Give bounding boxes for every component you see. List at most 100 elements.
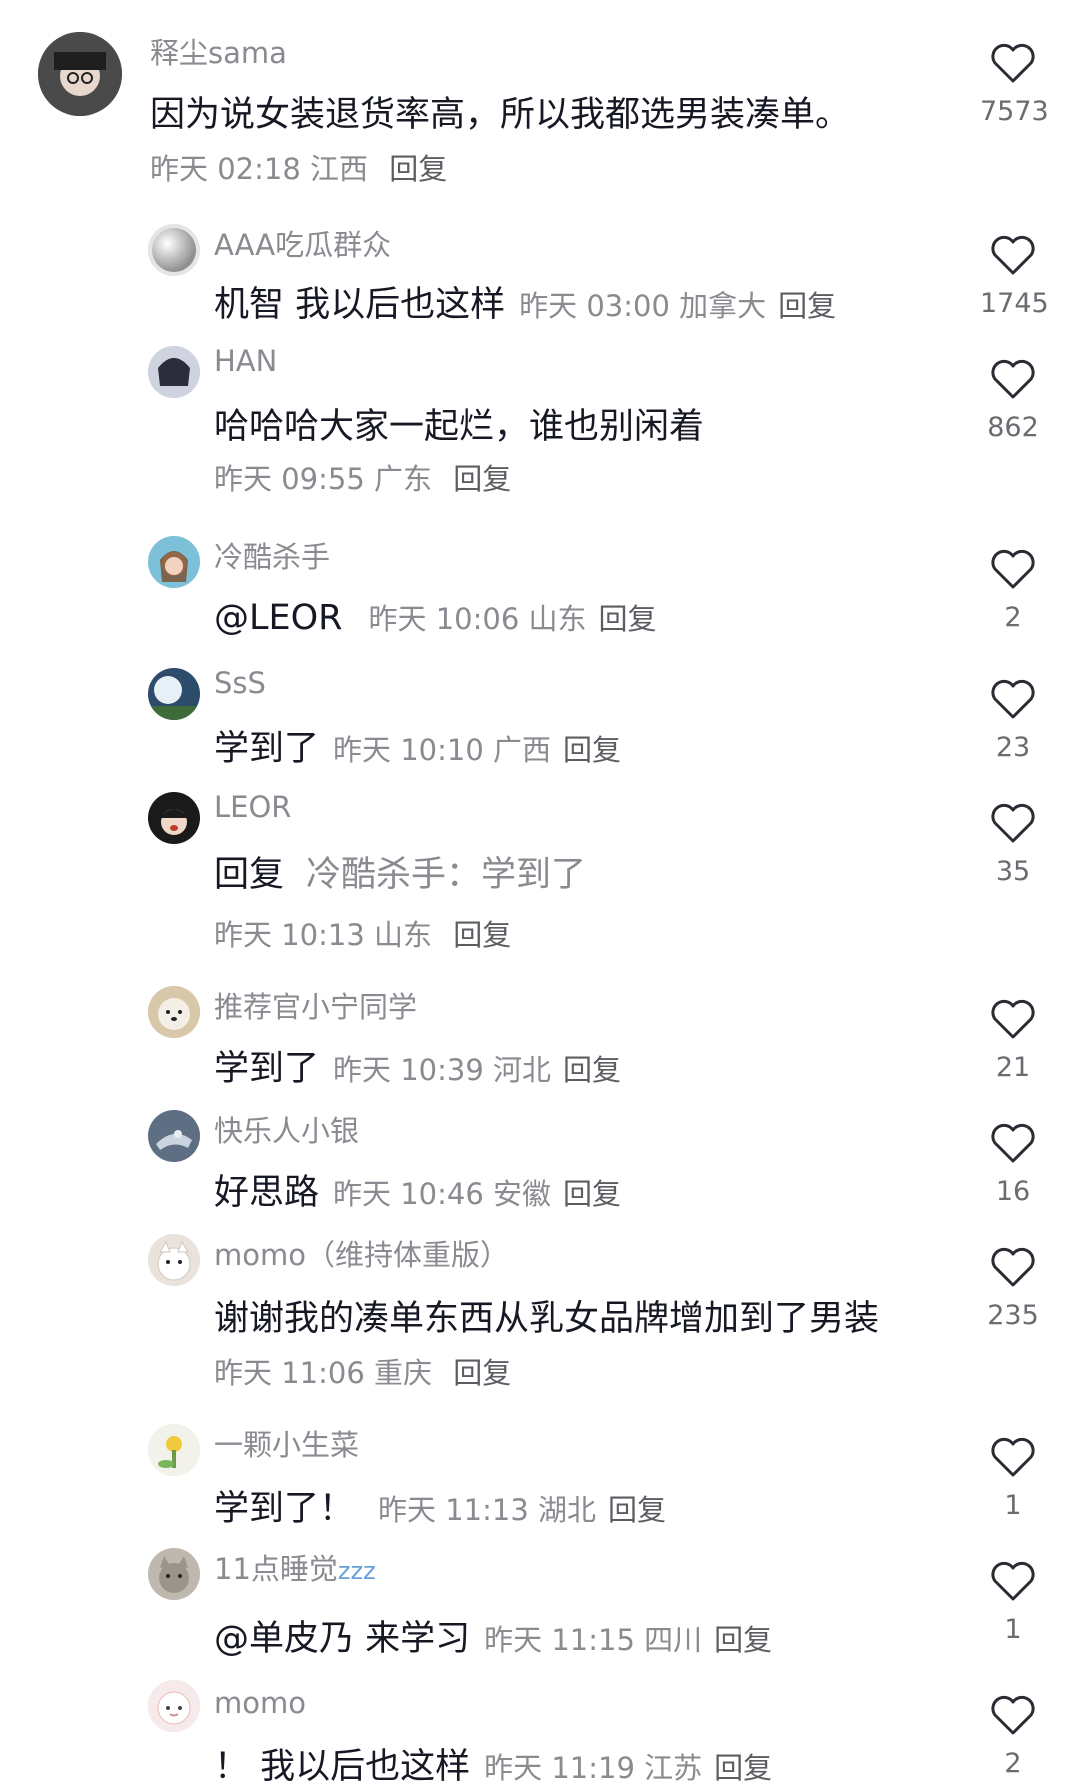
comment-meta: 昨天 09:55 广东 回复: [214, 456, 511, 498]
reply-button[interactable]: 回复: [563, 733, 621, 767]
comment-location: 加拿大: [679, 289, 767, 323]
heart-outline-icon: [980, 42, 1046, 84]
like-button[interactable]: 862: [980, 358, 1046, 443]
reply-button[interactable]: 回复: [599, 602, 657, 636]
like-count: 7573: [980, 96, 1049, 127]
avatar[interactable]: [148, 986, 200, 1038]
avatar[interactable]: [148, 792, 200, 844]
username[interactable]: 冷酷杀手: [214, 534, 330, 576]
heart-outline-icon: [980, 1122, 1046, 1164]
like-count: 1745: [980, 288, 1049, 319]
username[interactable]: LEOR: [214, 790, 291, 824]
comment-time: 昨天 11:15: [484, 1623, 635, 1657]
comment-text-line: ！ 我以后也这样 昨天 11:19 江苏 回复: [214, 1738, 772, 1789]
username[interactable]: SsS: [214, 666, 266, 700]
comment-location: 河北: [493, 1053, 552, 1087]
like-count: 235: [987, 1300, 1039, 1331]
avatar[interactable]: [148, 1424, 200, 1476]
heart-outline-icon: [980, 1246, 1046, 1288]
like-button[interactable]: 2: [980, 548, 1046, 633]
like-button[interactable]: 1: [980, 1436, 1046, 1521]
comment-time: 昨天 10:06: [368, 602, 520, 636]
comment-text: ！ 我以后也这样: [214, 1747, 471, 1787]
reply-button[interactable]: 回复: [714, 1623, 772, 1657]
comment-time: 昨天 03:00: [519, 289, 670, 323]
reply-button[interactable]: 回复: [778, 289, 836, 323]
avatar[interactable]: [148, 346, 200, 398]
like-button[interactable]: 235: [980, 1246, 1046, 1331]
heart-outline-icon: [980, 548, 1046, 590]
comment-text: 学到了: [214, 1049, 320, 1089]
avatar[interactable]: [148, 668, 200, 720]
comment-time: 昨天 02:18: [150, 152, 301, 186]
comment-text: 学到了！: [214, 1489, 355, 1529]
reply-button[interactable]: 回复: [453, 462, 511, 496]
avatar[interactable]: [148, 536, 200, 588]
reply-label: 回复: [214, 855, 285, 895]
like-button[interactable]: 23: [980, 678, 1046, 763]
like-count: 862: [987, 412, 1039, 443]
username[interactable]: momo（维持体重版）: [214, 1232, 509, 1274]
like-count: 1: [1004, 1490, 1022, 1521]
username[interactable]: 快乐人小银: [214, 1108, 359, 1150]
comment-text: 哈哈哈大家一起烂，谁也别闲着: [214, 407, 705, 447]
comment-time: 昨天 10:39: [333, 1053, 484, 1087]
avatar[interactable]: [148, 1110, 200, 1162]
reply-button[interactable]: 回复: [389, 152, 447, 186]
reply-button[interactable]: 回复: [563, 1177, 621, 1211]
like-button[interactable]: 16: [980, 1122, 1046, 1207]
quoted-comment[interactable]: 冷酷杀手：学到了: [306, 855, 586, 895]
reply-button[interactable]: 回复: [714, 1751, 772, 1785]
heart-outline-icon: [980, 678, 1046, 720]
username[interactable]: 推荐官小宁同学: [214, 984, 417, 1026]
avatar[interactable]: [38, 32, 122, 116]
comment-time: 昨天 10:10: [333, 733, 484, 767]
comment-text-line: 学到了 昨天 10:39 河北 回复: [214, 1040, 621, 1091]
comment-time: 昨天 11:19: [484, 1751, 635, 1785]
reply-button[interactable]: 回复: [453, 1356, 511, 1390]
reply-button[interactable]: 回复: [608, 1493, 666, 1527]
comment-location: 江西: [310, 152, 369, 186]
like-button[interactable]: 2: [980, 1694, 1046, 1779]
like-count: 16: [995, 1176, 1031, 1207]
avatar[interactable]: [148, 1680, 200, 1732]
like-count: 1: [1004, 1614, 1022, 1645]
like-button[interactable]: 1745: [980, 234, 1049, 319]
like-count: 23: [995, 732, 1031, 763]
comment-meta: 昨天 02:18 江西 回复: [150, 146, 447, 188]
comment-text: 好思路: [214, 1173, 320, 1213]
like-count: 2: [1004, 1748, 1022, 1779]
username[interactable]: momo: [214, 1686, 306, 1720]
avatar[interactable]: [148, 224, 200, 276]
username[interactable]: HAN: [214, 344, 277, 378]
avatar[interactable]: [148, 1234, 200, 1286]
like-button[interactable]: 35: [980, 802, 1046, 887]
comment-location: 山东: [374, 918, 433, 952]
heart-outline-icon: [980, 802, 1046, 844]
comment-text: 学到了: [214, 729, 320, 769]
heart-outline-icon: [980, 1694, 1046, 1736]
username[interactable]: AAA吃瓜群众: [214, 222, 391, 264]
username[interactable]: 一颗小生菜: [214, 1422, 359, 1464]
comment-location: 安徽: [493, 1177, 552, 1211]
like-button[interactable]: 1: [980, 1560, 1046, 1645]
comment-text: 谢谢我的凑单东西从乳女品牌增加到了男装: [214, 1299, 880, 1339]
comment-time: 昨天 10:13: [214, 918, 365, 952]
sleep-icon: zzz: [337, 1557, 376, 1585]
username[interactable]: 释尘sama: [150, 30, 287, 72]
comment-location: 重庆: [374, 1356, 433, 1390]
comment-meta: 昨天 11:06 重庆 回复: [214, 1350, 511, 1392]
comment-text: @LEOR: [214, 598, 343, 638]
comment-meta: 昨天 10:13 山东 回复: [214, 912, 511, 954]
like-button[interactable]: 7573: [980, 42, 1049, 127]
avatar[interactable]: [148, 1548, 200, 1600]
comment-location: 四川: [644, 1623, 703, 1657]
reply-button[interactable]: 回复: [563, 1053, 621, 1087]
reply-button[interactable]: 回复: [453, 918, 511, 952]
username-text: 11点睡觉: [214, 1552, 338, 1586]
like-count: 21: [995, 1052, 1031, 1083]
comment-location: 广西: [493, 733, 552, 767]
like-button[interactable]: 21: [980, 998, 1046, 1083]
username[interactable]: 11点睡觉zzz: [214, 1546, 376, 1588]
comment-text-line: 学到了 昨天 10:10 广西 回复: [214, 720, 621, 771]
